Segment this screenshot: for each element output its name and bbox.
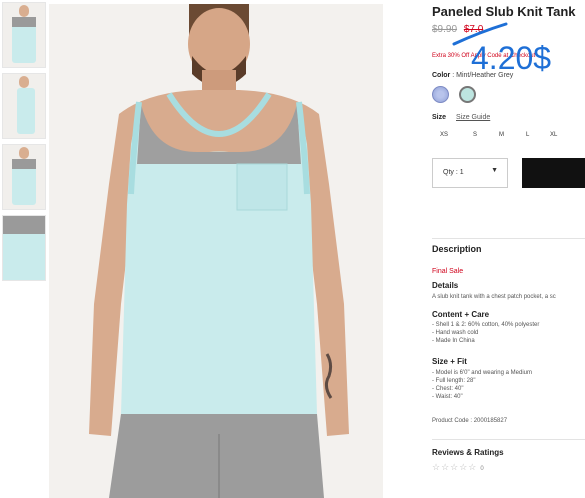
product-photo bbox=[49, 4, 383, 498]
fit-line: - Chest: 40" bbox=[432, 386, 464, 392]
thumbnail-tank-shape bbox=[17, 88, 35, 134]
details-heading: Details bbox=[432, 281, 459, 290]
swatch-mint[interactable] bbox=[459, 86, 476, 103]
divider bbox=[432, 238, 585, 239]
fit-line: - Full length: 28" bbox=[432, 378, 476, 384]
rating-stars: ☆☆☆☆☆ 0 bbox=[432, 462, 485, 473]
size-label: Size bbox=[432, 114, 447, 121]
shorts-shape bbox=[109, 414, 324, 498]
tank-pocket bbox=[236, 163, 288, 211]
thumbnail-side[interactable] bbox=[2, 73, 46, 139]
content-care-heading: Content + Care bbox=[432, 310, 490, 319]
thumbnail-back[interactable] bbox=[2, 144, 46, 210]
size-option-xl[interactable]: XL bbox=[550, 132, 557, 138]
thumbnail-chest-panel bbox=[3, 216, 45, 234]
chevron-down-icon: ▼ bbox=[491, 167, 498, 174]
thumbnail-chest-panel bbox=[12, 159, 36, 169]
details-text: A slub knit tank with a chest patch pock… bbox=[432, 294, 556, 300]
thumbnail-head-shape bbox=[19, 5, 29, 17]
thumbnail-closeup[interactable] bbox=[2, 215, 46, 281]
content-line: - Made In China bbox=[432, 338, 475, 344]
quantity-label: Qty : 1 bbox=[443, 169, 464, 176]
size-guide-link[interactable]: Size Guide bbox=[456, 114, 490, 121]
fit-line: - Model is 6'0" and wearing a Medium bbox=[432, 370, 532, 376]
color-label-key: Color bbox=[432, 72, 451, 79]
thumbnail-chest-panel bbox=[12, 17, 36, 27]
content-line: - Shell 1 & 2: 60% cotton, 40% polyester bbox=[432, 322, 540, 328]
color-label: Color : Mint/Heather Grey bbox=[432, 72, 513, 79]
product-code: Product Code : 2000185827 bbox=[432, 418, 508, 424]
size-option-s[interactable]: S bbox=[473, 132, 477, 138]
content-line: - Hand wash cold bbox=[432, 330, 479, 336]
swatch-blue[interactable] bbox=[432, 86, 449, 103]
model-illustration bbox=[89, 4, 349, 498]
star-icons: ☆☆☆☆☆ bbox=[432, 462, 478, 472]
thumbnail-strip bbox=[2, 2, 46, 286]
final-sale-label: Final Sale bbox=[432, 268, 464, 275]
description-heading[interactable]: Description bbox=[432, 244, 482, 254]
color-value: : Mint/Heather Grey bbox=[452, 72, 514, 79]
divider bbox=[432, 439, 585, 440]
size-option-xs[interactable]: XS bbox=[440, 132, 448, 138]
thumbnail-front[interactable] bbox=[2, 2, 46, 68]
add-to-bag-button[interactable] bbox=[522, 158, 585, 188]
size-option-l[interactable]: L bbox=[526, 132, 529, 138]
thumbnail-head-shape bbox=[19, 147, 29, 159]
fit-line: - Waist: 40" bbox=[432, 394, 463, 400]
size-option-m[interactable]: M bbox=[499, 132, 504, 138]
product-title: Paneled Slub Knit Tank bbox=[432, 4, 576, 19]
size-fit-heading: Size + Fit bbox=[432, 357, 467, 366]
thumbnail-head-shape bbox=[19, 76, 29, 88]
quantity-select[interactable]: Qty : 1 ▼ bbox=[432, 158, 508, 188]
review-count: 0 bbox=[480, 466, 485, 472]
reviews-heading[interactable]: Reviews & Ratings bbox=[432, 448, 504, 457]
